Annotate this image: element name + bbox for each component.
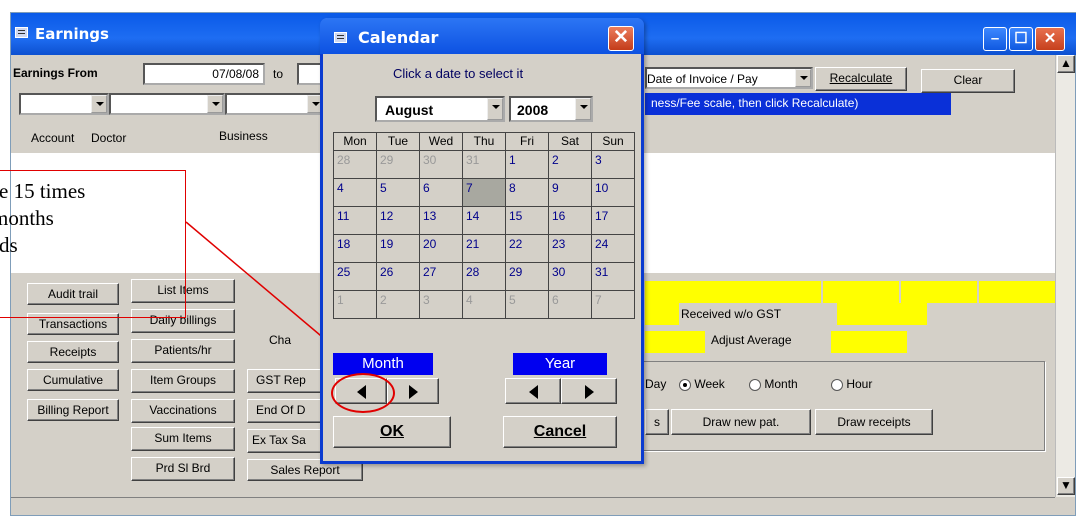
day-cell[interactable]: 8 — [505, 178, 549, 207]
day-cell[interactable]: 16 — [548, 206, 592, 235]
day-cell[interactable]: 28 — [462, 262, 506, 291]
weekday-header: Sat — [548, 132, 592, 151]
day-cell[interactable]: 12 — [376, 206, 420, 235]
ok-button[interactable]: OK — [333, 416, 451, 448]
day-cell[interactable]: 5 — [505, 290, 549, 319]
day-cell[interactable]: 20 — [419, 234, 463, 263]
next-year-icon — [584, 384, 594, 399]
day-cell[interactable]: 4 — [462, 290, 506, 319]
prev-year-icon — [528, 384, 538, 399]
day-cell[interactable]: 17 — [591, 206, 635, 235]
day-cell[interactable]: 9 — [548, 178, 592, 207]
annotation-circle — [331, 373, 395, 413]
weekday-header: Fri — [505, 132, 549, 151]
prev-year-button[interactable] — [505, 378, 561, 404]
day-cell[interactable]: 18 — [333, 234, 377, 263]
calendar-dialog: Calendar ✕ Click a date to select it Aug… — [320, 18, 644, 464]
year-label: Year — [513, 353, 607, 375]
day-cell[interactable]: 3 — [419, 290, 463, 319]
day-cell[interactable]: 6 — [548, 290, 592, 319]
next-month-icon — [408, 384, 418, 399]
day-cell[interactable]: 2 — [376, 290, 420, 319]
day-cell[interactable]: 7 — [591, 290, 635, 319]
day-cell[interactable]: 4 — [333, 178, 377, 207]
calendar-title: Calendar — [358, 28, 439, 47]
next-year-button[interactable] — [561, 378, 617, 404]
day-cell[interactable]: 23 — [548, 234, 592, 263]
weekday-header: Tue — [376, 132, 420, 151]
weekday-header: Thu — [462, 132, 506, 151]
day-cell[interactable]: 2 — [548, 150, 592, 179]
day-cell[interactable]: 31 — [462, 150, 506, 179]
year-select[interactable]: 2008 — [509, 96, 593, 122]
day-cell[interactable]: 19 — [376, 234, 420, 263]
weekday-header: Wed — [419, 132, 463, 151]
day-cell[interactable]: 1 — [333, 290, 377, 319]
day-cell[interactable]: 29 — [376, 150, 420, 179]
day-cell[interactable]: 24 — [591, 234, 635, 263]
day-cell[interactable]: 11 — [333, 206, 377, 235]
month-label: Month — [333, 353, 433, 375]
day-cell[interactable]: 30 — [419, 150, 463, 179]
day-cell[interactable]: 15 — [505, 206, 549, 235]
day-cell[interactable]: 6 — [419, 178, 463, 207]
day-cell[interactable]: 27 — [419, 262, 463, 291]
instruction-text: Click a date to select it — [393, 66, 524, 81]
weekday-header: Mon — [333, 132, 377, 151]
day-cell[interactable]: 21 — [462, 234, 506, 263]
day-cell[interactable]: 13 — [419, 206, 463, 235]
day-cell[interactable]: 14 — [462, 206, 506, 235]
day-cell[interactable]: 31 — [591, 262, 635, 291]
calendar-title-bar: Calendar ✕ — [320, 18, 644, 54]
cancel-button[interactable]: Cancel — [503, 416, 617, 448]
day-cell[interactable]: 30 — [548, 262, 592, 291]
calendar-grid: Mon Tue Wed Thu Fri Sat Sun 28 29 30 31 1 2 3 4 5 6 7 8 9 1… — [333, 132, 635, 319]
form-icon — [334, 32, 347, 43]
day-cell[interactable]: 1 — [505, 150, 549, 179]
day-cell[interactable]: 3 — [591, 150, 635, 179]
close-icon[interactable]: ✕ — [608, 26, 634, 51]
day-cell[interactable]: 29 — [505, 262, 549, 291]
day-cell[interactable]: 26 — [376, 262, 420, 291]
day-cell[interactable]: 10 — [591, 178, 635, 207]
day-cell[interactable]: 22 — [505, 234, 549, 263]
day-cell[interactable]: 28 — [333, 150, 377, 179]
weekday-header: Sun — [591, 132, 635, 151]
day-cell[interactable]: 7 — [462, 178, 506, 207]
day-cell[interactable]: 25 — [333, 262, 377, 291]
day-cell[interactable]: 5 — [376, 178, 420, 207]
month-select[interactable]: August — [375, 96, 505, 122]
